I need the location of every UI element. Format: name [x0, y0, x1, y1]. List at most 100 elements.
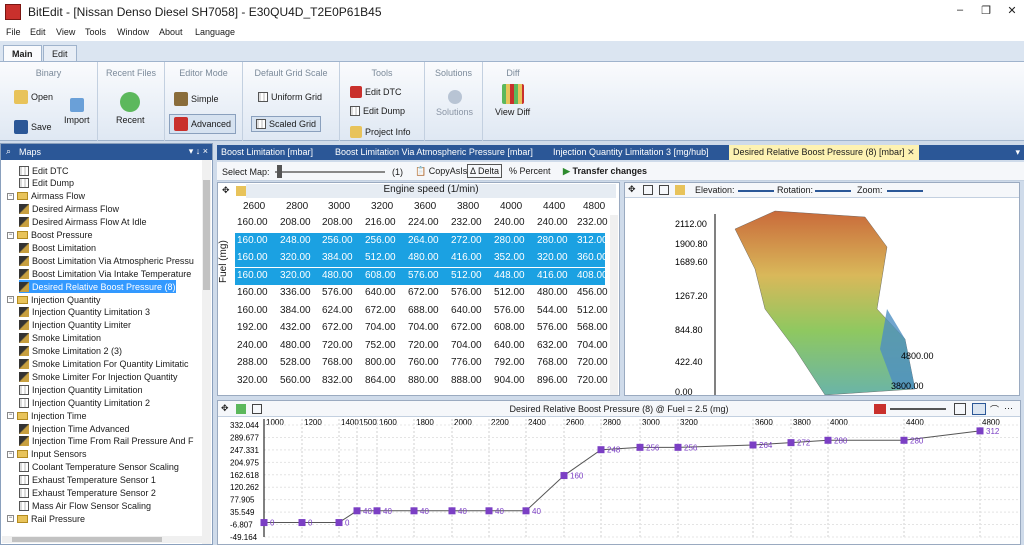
tab-edit[interactable]: Edit	[43, 45, 77, 61]
tree-item[interactable]: Smoke Limitation	[19, 332, 101, 345]
tree-item[interactable]: Injection Time From Rail Pressure And F	[19, 435, 194, 448]
table-cell[interactable]: 216.00	[365, 217, 396, 228]
column-header[interactable]: 4400	[543, 201, 565, 212]
table-cell[interactable]: 448.00	[494, 270, 525, 281]
close-tab-icon[interactable]: ✕	[907, 147, 915, 157]
table-cell[interactable]: 256.00	[365, 235, 396, 246]
column-header[interactable]: 3800	[457, 201, 479, 212]
table-cell[interactable]: 560.00	[280, 375, 311, 386]
menu-view[interactable]: View	[56, 27, 75, 37]
menu-edit[interactable]: Edit	[30, 27, 46, 37]
rotation-slider[interactable]	[815, 190, 851, 192]
tab-overflow-icon[interactable]: ▾	[1015, 147, 1020, 158]
tree-scrollbar[interactable]	[202, 160, 211, 544]
table-cell[interactable]: 544.00	[537, 305, 568, 316]
tree-folder[interactable]: − Injection Quantity	[7, 293, 101, 306]
3d-surface-plot[interactable]: 2112.00 1900.80 1689.60 1267.20 844.80 422.40…	[625, 199, 1019, 395]
table-cell[interactable]: 672.00	[451, 322, 482, 333]
table-cell[interactable]: 384.00	[322, 252, 353, 263]
curve-mode-icon[interactable]: ⌒	[990, 403, 999, 416]
table-cell[interactable]: 512.00	[577, 305, 608, 316]
project-info-button[interactable]: Project Info	[350, 126, 411, 138]
table-cell[interactable]: 720.00	[322, 340, 353, 351]
column-header[interactable]: 3600	[414, 201, 436, 212]
collapse-icon[interactable]: −	[7, 231, 14, 239]
table-cell[interactable]: 208.00	[322, 217, 353, 228]
table-cell[interactable]: 672.00	[365, 305, 396, 316]
tree-item[interactable]: Edit DTC	[19, 164, 69, 177]
solutions-button[interactable]: Solutions	[436, 90, 473, 117]
column-header[interactable]: 2600	[243, 201, 265, 212]
table-cell[interactable]: 416.00	[537, 270, 568, 281]
collapse-icon[interactable]: −	[7, 296, 14, 303]
table-cell[interactable]: 480.00	[537, 287, 568, 298]
tree-item[interactable]: Injection Time Advanced	[19, 422, 130, 435]
table-cell[interactable]: 512.00	[451, 270, 482, 281]
move-icon[interactable]: ✥	[628, 184, 636, 195]
tree-hscrollbar[interactable]	[2, 536, 202, 543]
table-cell[interactable]: 896.00	[537, 375, 568, 386]
tree-item[interactable]: Desired Relative Boost Pressure (8)	[19, 280, 176, 294]
table-cell[interactable]: 768.00	[537, 357, 568, 368]
table-cell[interactable]: 576.00	[494, 305, 525, 316]
table-cell[interactable]: 320.00	[280, 252, 311, 263]
grid-toggle-icon[interactable]	[954, 403, 966, 415]
zoom-slider[interactable]	[887, 190, 923, 192]
table-cell[interactable]: 832.00	[322, 375, 353, 386]
table-cell[interactable]: 624.00	[322, 305, 353, 316]
line-chart[interactable]: 1000 1200 1400 1500 1600 1800 2000 2200 2400 2600…	[218, 417, 1020, 545]
tree-item[interactable]: Smoke Limiter For Injection Quantity	[19, 370, 178, 383]
table-cell[interactable]: 568.00	[577, 322, 608, 333]
panel-controls[interactable]: ▾ ↓ ×	[189, 146, 208, 157]
tree-folder[interactable]: − Boost Pressure	[7, 229, 93, 242]
table-cell[interactable]: 576.00	[322, 287, 353, 298]
delta-button[interactable]: Δ Delta	[467, 164, 503, 178]
table-cell[interactable]: 320.00	[237, 375, 268, 386]
recent-button[interactable]: Recent	[116, 92, 145, 125]
simple-button[interactable]: Simple	[174, 92, 219, 106]
table-cell[interactable]: 240.00	[494, 217, 525, 228]
table-cell[interactable]: 232.00	[451, 217, 482, 228]
table-cell[interactable]: 800.00	[365, 357, 396, 368]
table-cell[interactable]: 160.00	[237, 287, 268, 298]
table-cell[interactable]: 768.00	[322, 357, 353, 368]
table-cell[interactable]: 208.00	[280, 217, 311, 228]
tree-item[interactable]: Coolant Temperature Sensor Scaling	[19, 461, 179, 474]
table-cell[interactable]: 576.00	[408, 270, 439, 281]
table-cell[interactable]: 672.00	[408, 287, 439, 298]
table-cell[interactable]: 240.00	[237, 340, 268, 351]
table-cell[interactable]: 408.00	[577, 270, 608, 281]
table-cell[interactable]: 456.00	[577, 287, 608, 298]
table-cell[interactable]: 160.00	[237, 217, 268, 228]
table-cell[interactable]: 160.00	[237, 305, 268, 316]
tree-item[interactable]: Boost Limitation Via Intake Temperature	[19, 267, 191, 280]
table-cell[interactable]: 720.00	[577, 375, 608, 386]
column-header[interactable]: 4800	[583, 201, 605, 212]
view-diff-button[interactable]: View Diff	[495, 84, 530, 117]
table-cell[interactable]: 640.00	[365, 287, 396, 298]
table-cell[interactable]: 640.00	[451, 305, 482, 316]
tree-item[interactable]: Injection Quantity Limitation 3	[19, 306, 150, 319]
close-icon[interactable]: ✕	[1004, 4, 1020, 18]
uniform-grid-button[interactable]: Uniform Grid	[258, 92, 322, 102]
tree-folder[interactable]: − Input Sensors	[7, 448, 87, 461]
table-cell[interactable]: 704.00	[365, 322, 396, 333]
tree-item[interactable]: Boost Limitation	[19, 241, 96, 254]
tree-item[interactable]: Desired Airmass Flow At Idle	[19, 216, 147, 229]
tree-folder[interactable]: − Injection Time	[7, 409, 87, 422]
menu-tools[interactable]: Tools	[85, 27, 106, 37]
table-cell[interactable]: 160.00	[237, 252, 268, 263]
tree-folder[interactable]: − Airmass Flow	[7, 190, 85, 203]
table-cell[interactable]: 336.00	[280, 287, 311, 298]
tab-main[interactable]: Main	[3, 45, 42, 61]
hscrollbar-thumb[interactable]	[12, 537, 162, 542]
table-cell[interactable]: 272.00	[451, 235, 482, 246]
table-cell[interactable]: 384.00	[280, 305, 311, 316]
import-button[interactable]: Import	[64, 98, 90, 125]
collapse-icon[interactable]: −	[7, 412, 14, 420]
table-cell[interactable]: 688.00	[408, 305, 439, 316]
table-cell[interactable]: 720.00	[408, 340, 439, 351]
table-cell[interactable]: 640.00	[494, 340, 525, 351]
restore-icon[interactable]: ❐	[978, 4, 994, 18]
table-cell[interactable]: 416.00	[451, 252, 482, 263]
